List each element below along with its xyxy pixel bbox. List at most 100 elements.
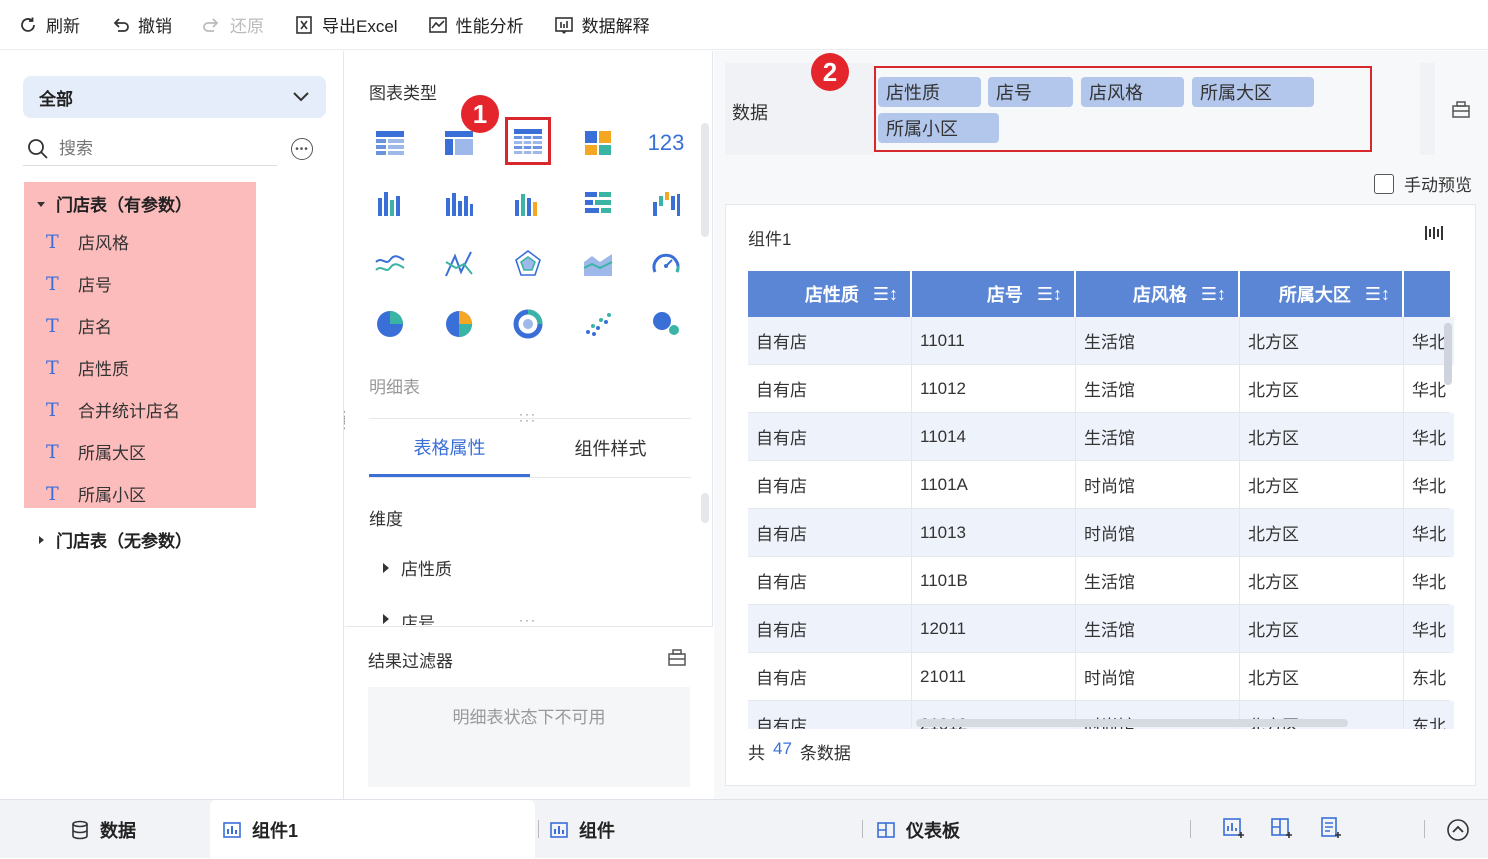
table-cell[interactable]: 华北 <box>1404 413 1450 461</box>
data-settings-icon[interactable] <box>1435 63 1487 155</box>
table-row[interactable]: 自有店 12011 生活馆 北方区 华北 <box>748 605 1454 653</box>
field-item[interactable]: T 店号 <box>46 271 112 296</box>
field-item[interactable]: T 所属大区 <box>46 439 146 464</box>
table-row[interactable]: 自有店 1101B 生活馆 北方区 华北 <box>748 557 1454 605</box>
refresh-button[interactable]: 刷新 <box>18 12 80 37</box>
table-cell[interactable]: 自有店 <box>748 701 912 729</box>
field-item[interactable]: T 所属小区 <box>46 481 146 506</box>
bar-chart-icon[interactable] <box>573 179 623 229</box>
field-pill[interactable]: 所属小区 <box>878 113 999 143</box>
grouped-bar-chart-icon[interactable] <box>365 179 415 229</box>
table-row[interactable]: 自有店 11014 生活馆 北方区 华北 <box>748 413 1454 461</box>
table-cell[interactable]: 自有店 <box>748 653 912 701</box>
table-cell[interactable]: 自有店 <box>748 509 912 557</box>
table-cell[interactable]: 北方区 <box>1240 653 1404 701</box>
field-item[interactable]: T 合并统计店名 <box>46 397 180 422</box>
field-item[interactable]: T 店风格 <box>46 229 129 254</box>
scope-select[interactable]: 全部 <box>23 76 326 118</box>
bottom-tab-data[interactable]: 数据 <box>70 800 136 859</box>
table-row[interactable]: 自有店 1101A 时尚馆 北方区 华北 <box>748 461 1454 509</box>
waterfall-chart-icon[interactable] <box>641 179 691 229</box>
table-cell[interactable]: 生活馆 <box>1076 605 1240 653</box>
filter-settings-icon[interactable] <box>667 647 687 672</box>
manual-preview-checkbox[interactable] <box>1374 173 1394 194</box>
table-cell[interactable]: 华北 <box>1404 605 1450 653</box>
table-cell[interactable]: 1101B <box>912 557 1076 605</box>
collapse-up-icon[interactable] <box>1446 818 1470 847</box>
table-cell[interactable]: 自有店 <box>748 605 912 653</box>
bottom-tab-widget1[interactable]: 组件1 <box>210 800 535 859</box>
scrollbar-thumb[interactable] <box>701 493 709 523</box>
table-cell[interactable]: 自有店 <box>748 317 912 365</box>
table-cell[interactable]: 华北 <box>1404 509 1450 557</box>
field-pill[interactable]: 所属大区 <box>1192 77 1314 107</box>
metric-text-icon[interactable]: 123 <box>641 118 691 168</box>
column-header[interactable]: 所属大区 ☰↕ <box>1240 271 1404 317</box>
more-options-icon[interactable]: ••• <box>291 138 313 160</box>
redo-button[interactable]: 还原 <box>202 12 264 37</box>
table-horizontal-scrollbar[interactable] <box>916 719 1348 727</box>
column-width-icon[interactable] <box>1424 223 1444 248</box>
table-cell[interactable]: 北方区 <box>1240 365 1404 413</box>
pie-chart-icon[interactable] <box>365 299 415 349</box>
table-cell[interactable]: 北方区 <box>1240 605 1404 653</box>
add-widget-icon[interactable] <box>1222 816 1246 845</box>
field-pill[interactable]: 店性质 <box>878 77 981 107</box>
field-pill[interactable]: 店号 <box>988 77 1073 107</box>
column-header[interactable]: 店号 ☰↕ <box>912 271 1076 317</box>
table-cell[interactable]: 21011 <box>912 653 1076 701</box>
table-row[interactable]: 自有店 11013 时尚馆 北方区 华北 <box>748 509 1454 557</box>
tree-group-without-params[interactable]: 门店表（无参数） <box>36 527 192 552</box>
table-cell[interactable]: 北方区 <box>1240 317 1404 365</box>
table-cell[interactable]: 自有店 <box>748 413 912 461</box>
table-cell[interactable]: 11012 <box>912 365 1076 413</box>
table-vertical-scrollbar[interactable] <box>1444 323 1452 385</box>
table-cell[interactable]: 生活馆 <box>1076 317 1240 365</box>
line-chart-icon[interactable] <box>365 239 415 289</box>
dimension-item[interactable]: 店性质 <box>381 555 452 580</box>
table-cell[interactable]: 生活馆 <box>1076 365 1240 413</box>
table-row[interactable]: 自有店 11012 生活馆 北方区 华北 <box>748 365 1454 413</box>
export-excel-button[interactable]: 导出Excel <box>294 12 398 37</box>
tree-group-with-params[interactable]: 门店表（有参数） <box>36 191 192 216</box>
bottom-tab-dashboard[interactable]: 仪表板 <box>876 800 960 859</box>
table-cell[interactable]: 生活馆 <box>1076 557 1240 605</box>
data-explain-button[interactable]: 数据解释 <box>554 12 650 37</box>
table-cell[interactable]: 华北 <box>1404 461 1450 509</box>
table-cell[interactable]: 1101A <box>912 461 1076 509</box>
kpi-card-chart-icon[interactable] <box>573 118 623 168</box>
table-cell[interactable]: 北方区 <box>1240 557 1404 605</box>
multi-pie-chart-icon[interactable] <box>434 299 484 349</box>
add-dashboard-icon[interactable] <box>1270 816 1294 845</box>
table-cell[interactable]: 北方区 <box>1240 509 1404 557</box>
add-report-icon[interactable] <box>1319 816 1343 845</box>
table-cell[interactable]: 12011 <box>912 605 1076 653</box>
area-chart-icon[interactable] <box>573 239 623 289</box>
column-header[interactable]: 店性质 ☰↕ <box>748 271 912 317</box>
table-cell[interactable]: 北方区 <box>1240 461 1404 509</box>
multi-series-column-chart-icon[interactable] <box>503 179 553 229</box>
column-header[interactable]: 店风格 ☰↕ <box>1076 271 1240 317</box>
table-row[interactable]: 自有店 11011 生活馆 北方区 华北 <box>748 317 1454 365</box>
table-row[interactable]: 自有店 21011 时尚馆 北方区 东北 <box>748 653 1454 701</box>
undo-button[interactable]: 撤销 <box>110 12 172 37</box>
dimension-item[interactable]: 店号 <box>381 609 435 625</box>
table-chart-icon[interactable] <box>365 118 415 168</box>
table-cell[interactable]: 时尚馆 <box>1076 461 1240 509</box>
sort-icon[interactable]: ☰↕ <box>1037 284 1062 305</box>
tab-widget-style[interactable]: 组件样式 <box>530 419 691 477</box>
table-cell[interactable]: 自有店 <box>748 461 912 509</box>
table-cell[interactable]: 自有店 <box>748 557 912 605</box>
sort-icon[interactable]: ☰↕ <box>1365 284 1390 305</box>
gauge-chart-icon[interactable] <box>641 239 691 289</box>
table-cell[interactable]: 时尚馆 <box>1076 653 1240 701</box>
table-cell[interactable]: 11013 <box>912 509 1076 557</box>
table-cell[interactable]: 华北 <box>1404 557 1450 605</box>
bottom-tab-widget[interactable]: 组件 <box>549 800 615 859</box>
radar-chart-icon[interactable] <box>503 239 553 289</box>
scrollbar-thumb[interactable] <box>701 123 709 237</box>
table-cell[interactable]: 11014 <box>912 413 1076 461</box>
polyline-chart-icon[interactable] <box>434 239 484 289</box>
scatter-chart-icon[interactable] <box>573 299 623 349</box>
sort-icon[interactable]: ☰↕ <box>1201 284 1226 305</box>
